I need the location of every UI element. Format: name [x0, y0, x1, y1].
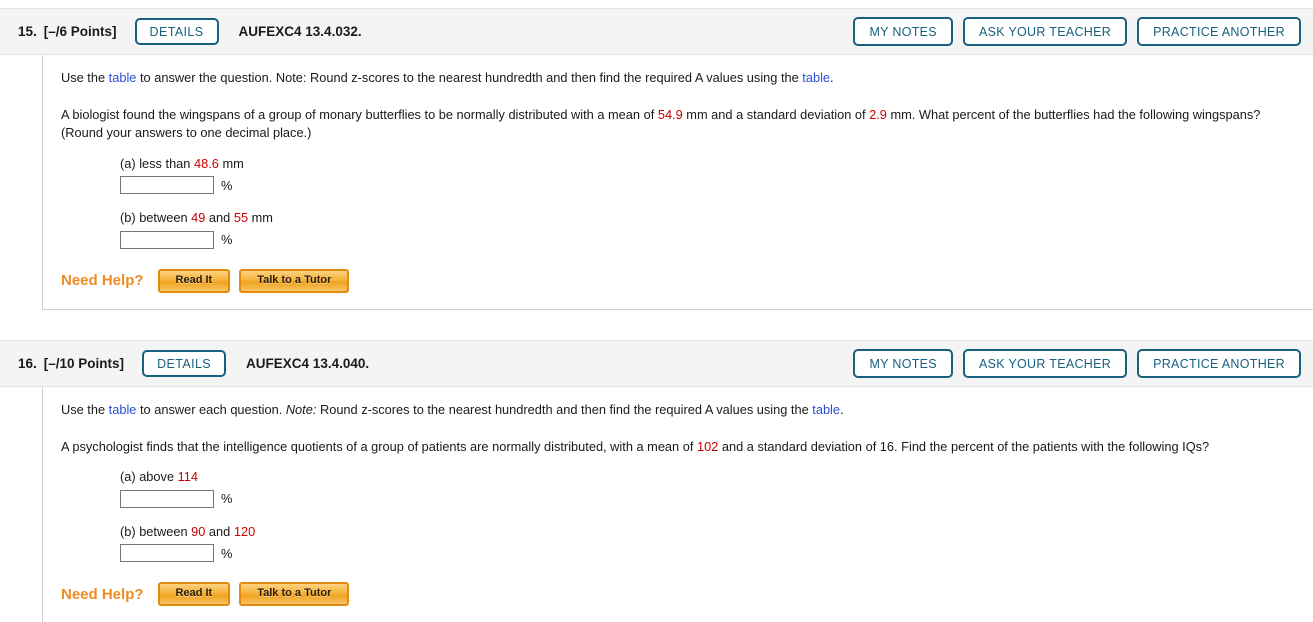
instruction-post: . — [840, 402, 844, 417]
part-b-value-1: 49 — [191, 210, 206, 226]
read-it-button[interactable]: Read It — [157, 268, 231, 293]
instruction-mid: to answer the question. Note: Round z-sc… — [136, 70, 803, 85]
part-b-middle: and — [205, 210, 234, 226]
part-b-value-1: 90 — [191, 523, 206, 539]
question-header-15: 15. [–/6 Points] DETAILS AUFEXC4 13.4.03… — [0, 8, 1313, 55]
my-notes-button[interactable]: MY NOTES — [853, 16, 953, 47]
part-b-suffix: mm — [248, 210, 273, 226]
part-a: (a) above 114 % — [120, 469, 1313, 508]
instruction-mid-a: to answer each question. — [136, 402, 286, 417]
practice-another-button[interactable]: PRACTICE ANOTHER — [1137, 16, 1301, 47]
part-a: (a) less than 48.6 mm % — [120, 156, 1313, 195]
part-b-label: (b) between 90 and 120 — [120, 524, 1313, 541]
part-b-label: (b) between 49 and 55 mm — [120, 210, 1313, 227]
problem-stddev-value: 2.9 — [869, 106, 887, 122]
instruction-pre: Use the — [61, 402, 109, 417]
talk-to-a-tutor-button[interactable]: Talk to a Tutor — [239, 268, 350, 293]
part-b-middle: and — [205, 523, 234, 539]
problem-statement: A biologist found the wingspans of a gro… — [61, 106, 1271, 143]
table-link-2[interactable]: table — [802, 70, 830, 85]
header-actions: MY NOTES ASK YOUR TEACHER PRACTICE ANOTH… — [853, 16, 1301, 47]
problem-segment-1: A biologist found the wingspans of a gro… — [61, 106, 658, 122]
problem-segment-2: mm and a standard deviation of — [682, 106, 870, 122]
part-b-unit: % — [221, 232, 233, 248]
instruction-pre: Use the — [61, 70, 109, 85]
instruction-mid-b: Round z-scores to the nearest hundredth … — [316, 402, 813, 417]
part-b-answer-input[interactable] — [120, 230, 214, 249]
part-a-label: (a) above 114 — [120, 469, 1313, 486]
ask-your-teacher-button[interactable]: ASK YOUR TEACHER — [962, 16, 1128, 47]
need-help-label: Need Help? — [61, 585, 144, 603]
question-block-16: 16. [–/10 Points] DETAILS AUFEXC4 13.4.0… — [0, 340, 1313, 622]
question-number: 15. — [18, 24, 37, 39]
part-b-value-2: 55 — [233, 210, 249, 226]
answer-parts: (a) less than 48.6 mm % (b) between 49 a… — [120, 156, 1313, 249]
instruction-line: Use the table to answer each question. N… — [61, 401, 1271, 420]
part-a-unit: % — [221, 491, 233, 507]
question-points: [–/10 Points] — [43, 356, 125, 371]
part-a-prefix: (a) less than — [120, 155, 194, 171]
problem-segment-1: A psychologist finds that the intelligen… — [61, 438, 697, 454]
question-body-15: Use the table to answer the question. No… — [42, 55, 1313, 310]
part-b-unit: % — [221, 545, 233, 561]
part-a-answer-row: % — [120, 489, 1313, 508]
ask-your-teacher-button[interactable]: ASK YOUR TEACHER — [962, 348, 1128, 379]
question-block-15: 15. [–/6 Points] DETAILS AUFEXC4 13.4.03… — [0, 8, 1313, 310]
practice-another-button[interactable]: PRACTICE ANOTHER — [1137, 348, 1301, 379]
details-button[interactable]: DETAILS — [142, 349, 227, 378]
question-points: [–/6 Points] — [43, 24, 117, 39]
question-number: 16. — [18, 356, 37, 371]
part-b: (b) between 49 and 55 mm % — [120, 210, 1313, 249]
table-link-1[interactable]: table — [109, 402, 137, 417]
table-link-1[interactable]: table — [109, 70, 137, 85]
table-link-2[interactable]: table — [812, 402, 840, 417]
need-help-label: Need Help? — [61, 272, 144, 290]
part-a-answer-input[interactable] — [120, 176, 214, 195]
part-b-prefix: (b) between — [120, 210, 192, 226]
part-a-unit: % — [221, 177, 233, 193]
instruction-post: . — [830, 70, 834, 85]
question-code: AUFEXC4 13.4.032. — [238, 24, 362, 39]
part-a-value: 48.6 — [193, 155, 219, 171]
question-code: AUFEXC4 13.4.040. — [246, 356, 370, 371]
problem-statement: A psychologist finds that the intelligen… — [61, 438, 1271, 457]
part-a-suffix: mm — [218, 155, 244, 171]
part-b-answer-input[interactable] — [120, 544, 214, 563]
part-b-prefix: (b) between — [120, 523, 192, 539]
problem-mean-value: 54.9 — [657, 106, 683, 122]
part-a-value: 114 — [177, 469, 199, 485]
instruction-line: Use the table to answer the question. No… — [61, 69, 1271, 88]
question-body-16: Use the table to answer each question. N… — [42, 387, 1313, 622]
part-a-prefix: (a) above — [120, 469, 178, 485]
talk-to-a-tutor-button[interactable]: Talk to a Tutor — [239, 582, 350, 607]
read-it-button[interactable]: Read It — [157, 582, 231, 607]
part-b-answer-row: % — [120, 230, 1313, 249]
part-a-answer-input[interactable] — [120, 489, 214, 508]
question-header-16: 16. [–/10 Points] DETAILS AUFEXC4 13.4.0… — [0, 340, 1313, 387]
problem-segment-2: and a standard deviation of 16. Find the… — [718, 438, 1210, 454]
need-help-row: Need Help? Read It Talk to a Tutor — [61, 582, 1313, 607]
instruction-note-label: Note: — [285, 402, 317, 417]
need-help-row: Need Help? Read It Talk to a Tutor — [61, 268, 1313, 293]
answer-parts: (a) above 114 % (b) between 90 and 120 % — [120, 469, 1313, 563]
my-notes-button[interactable]: MY NOTES — [853, 348, 953, 379]
part-a-answer-row: % — [120, 176, 1313, 195]
part-b: (b) between 90 and 120 % — [120, 524, 1313, 563]
details-button[interactable]: DETAILS — [134, 17, 219, 46]
part-b-value-2: 120 — [233, 523, 256, 539]
assignment-page: 15. [–/6 Points] DETAILS AUFEXC4 13.4.03… — [0, 0, 1313, 622]
part-b-answer-row: % — [120, 544, 1313, 563]
header-actions: MY NOTES ASK YOUR TEACHER PRACTICE ANOTH… — [853, 348, 1301, 379]
problem-mean-value: 102 — [696, 438, 719, 454]
part-a-label: (a) less than 48.6 mm — [120, 156, 1313, 173]
